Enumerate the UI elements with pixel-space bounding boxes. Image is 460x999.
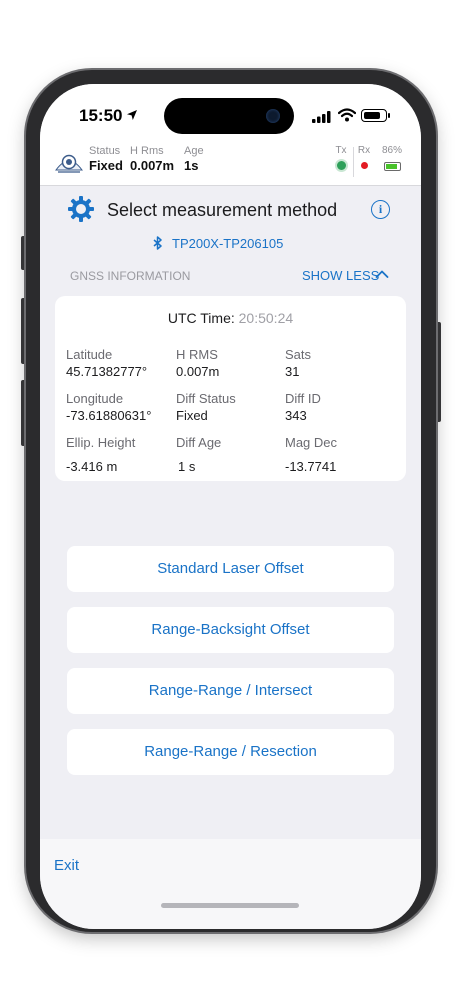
section-label: GNSS INFORMATION [70,269,191,283]
status-label: Status [89,145,121,157]
divider [353,147,354,177]
latitude-cell: Latitude 45.71382777° [66,347,147,379]
show-less-button[interactable]: SHOW LESS [302,268,379,283]
cell-label: Ellip. Height [66,435,136,450]
diff-age-cell: Diff Age 1 s [176,435,221,474]
gnss-info-card: UTC Time: 20:50:24 Latitude 45.71382777°… [55,296,406,481]
diff-status-cell: Diff Status Fixed [176,391,236,423]
hrms-cell: H RMS 0.007m [176,347,219,379]
gnss-status-bar: Status Fixed H Rms 0.007m Age 1s Tx Rx 8… [40,142,421,186]
cell-label: H RMS [176,347,218,362]
cell-value: -13.7741 [285,459,337,474]
bluetooth-icon [153,236,162,250]
sats-cell: Sats 31 [285,347,311,379]
rx-led-icon [360,162,368,169]
utc-label: UTC Time: [167,310,235,326]
chevron-up-icon[interactable] [375,269,389,279]
age-status: Age 1s [184,145,204,173]
connected-device: TP200X-TP206105 [40,234,421,254]
device-battery-fill [363,111,380,119]
utc-value: 20:50:24 [238,310,294,326]
ios-status-bar: 15:50 [40,84,421,142]
wifi-icon [338,108,356,122]
hrms-value: 0.007m [130,158,175,173]
age-label: Age [184,145,204,157]
cell-label: Sats [285,347,312,362]
exit-button[interactable]: Exit [54,857,79,874]
app-logo-icon [55,154,83,173]
cell-value: 31 [285,364,300,379]
front-camera [266,109,280,123]
page-title: Select measurement method [107,200,338,220]
cell-value: 45.71382777° [66,364,148,379]
cell-value: 0.007m [176,364,220,379]
cell-label: Latitude [66,347,113,362]
range-backsight-offset-button[interactable]: Range-Backsight Offset [67,607,394,653]
dynamic-island [164,98,294,134]
info-icon[interactable]: i [371,200,390,219]
tx-indicator: Tx [333,145,349,172]
receiver-battery: 86% [377,145,407,171]
cell-value: -73.61880631° [66,408,152,423]
age-value: 1s [184,158,199,173]
receiver-battery-label: 86% [381,145,402,156]
mag-dec-cell: Mag Dec -13.7741 [285,435,337,474]
rx-indicator: Rx [356,145,372,169]
utc-time: UTC Time: 20:50:24 [55,310,406,326]
cell-label: Diff ID [285,391,321,406]
bottom-toolbar: Exit [40,839,421,929]
phone-screen: 15:50 Status Fixed H Rms 0.007m Age 1s T… [40,84,421,929]
diff-id-cell: Diff ID 343 [285,391,321,423]
cell-value: Fixed [176,408,208,423]
cell-label: Diff Age [176,435,222,450]
status-value: Fixed [89,158,123,173]
range-range-intersect-button[interactable]: Range-Range / Intersect [67,668,394,714]
fix-status: Status Fixed [89,145,123,173]
receiver-battery-icon [383,162,401,171]
tx-led-icon [334,159,348,172]
device-battery-icon [361,109,387,122]
clock: 15:50 [79,106,123,125]
longitude-cell: Longitude -73.61880631° [66,391,151,423]
location-arrow-icon [127,110,137,120]
device-name: TP200X-TP206105 [172,236,284,251]
device-battery-cap [388,113,390,118]
standard-laser-offset-button[interactable]: Standard Laser Offset [67,546,394,592]
hrms-label: H Rms [130,145,164,157]
power-button [436,322,441,422]
settings-gear-icon[interactable] [67,195,95,223]
cell-value: 343 [285,408,307,423]
cell-value: -3.416 m [66,459,118,474]
home-indicator[interactable] [161,903,299,908]
hrms-status: H Rms 0.007m [130,145,174,173]
receiver-battery-fill [385,164,397,169]
cell-label: Mag Dec [285,435,338,450]
cell-label: Diff Status [176,391,236,406]
gnss-section-header: GNSS INFORMATION SHOW LESS [40,267,421,287]
range-range-resection-button[interactable]: Range-Range / Resection [67,729,394,775]
rx-label: Rx [357,145,371,156]
title-row: Select measurement method i [40,192,421,228]
tx-label: Tx [335,145,347,156]
cellular-signal-icon [312,111,331,123]
cell-label: Longitude [66,391,124,406]
ellip-height-cell: Ellip. Height -3.416 m [66,435,135,474]
cell-value: 1 s [178,459,196,474]
